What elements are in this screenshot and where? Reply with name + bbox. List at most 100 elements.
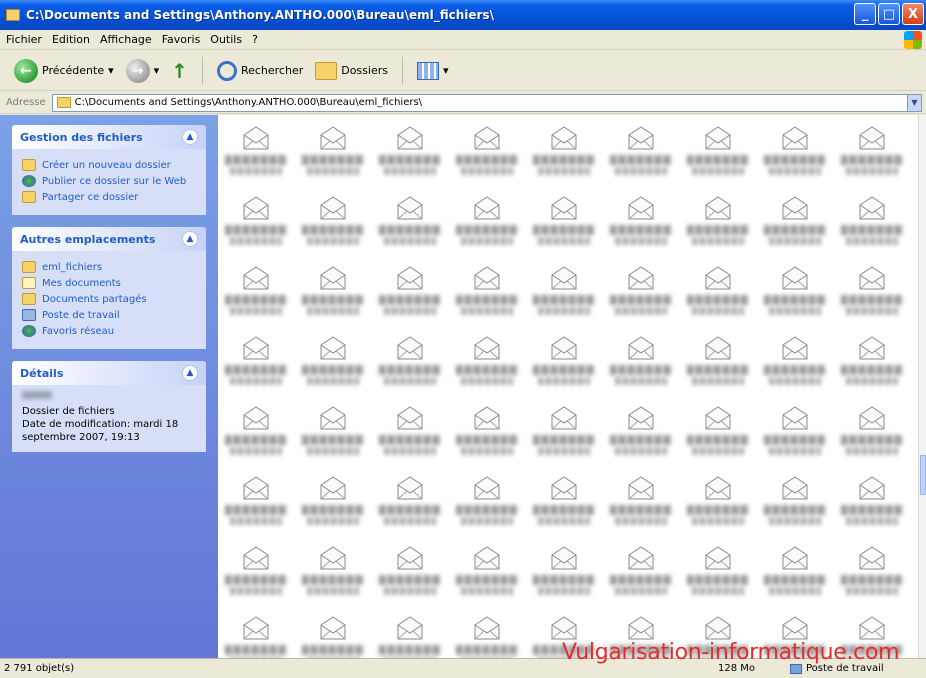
menu-outils[interactable]: Outils <box>210 33 242 46</box>
file-item[interactable] <box>372 259 448 329</box>
file-item[interactable] <box>372 399 448 469</box>
file-item[interactable] <box>295 119 371 189</box>
file-item[interactable] <box>757 189 833 259</box>
file-item[interactable] <box>372 539 448 609</box>
file-item[interactable] <box>372 329 448 399</box>
file-item[interactable] <box>603 539 679 609</box>
menu-help[interactable]: ? <box>252 33 258 46</box>
menu-edition[interactable]: Edition <box>52 33 90 46</box>
file-item[interactable] <box>757 329 833 399</box>
file-item[interactable] <box>757 399 833 469</box>
file-item[interactable] <box>526 399 602 469</box>
file-item[interactable] <box>218 189 294 259</box>
file-item[interactable] <box>526 259 602 329</box>
file-item[interactable] <box>757 539 833 609</box>
file-item[interactable] <box>449 189 525 259</box>
place-shared-documents[interactable]: Documents partagés <box>22 293 196 305</box>
file-item[interactable] <box>218 469 294 539</box>
file-item[interactable] <box>295 329 371 399</box>
task-publish-web[interactable]: Publier ce dossier sur le Web <box>22 175 196 187</box>
collapse-icon[interactable]: ▲ <box>182 231 198 247</box>
file-item[interactable] <box>295 189 371 259</box>
file-item[interactable] <box>449 329 525 399</box>
place-my-computer[interactable]: Poste de travail <box>22 309 196 321</box>
file-item[interactable] <box>372 469 448 539</box>
file-item[interactable] <box>680 119 756 189</box>
file-item[interactable] <box>295 399 371 469</box>
place-eml-fichiers[interactable]: eml_fichiers <box>22 261 196 273</box>
file-item[interactable] <box>680 329 756 399</box>
chevron-down-icon[interactable]: ▾ <box>108 64 114 77</box>
scrollbar-thumb[interactable] <box>920 455 926 495</box>
collapse-icon[interactable]: ▲ <box>182 129 198 145</box>
menu-favoris[interactable]: Favoris <box>162 33 201 46</box>
file-item[interactable] <box>603 259 679 329</box>
place-my-documents[interactable]: Mes documents <box>22 277 196 289</box>
file-item[interactable] <box>834 259 910 329</box>
file-item[interactable] <box>834 189 910 259</box>
chevron-down-icon[interactable]: ▾ <box>443 64 449 77</box>
file-item[interactable] <box>603 189 679 259</box>
file-item[interactable] <box>603 469 679 539</box>
vertical-scrollbar[interactable] <box>918 115 926 658</box>
up-button[interactable]: ↑ <box>167 57 192 85</box>
file-item[interactable] <box>680 189 756 259</box>
file-item[interactable] <box>680 399 756 469</box>
file-item[interactable] <box>449 399 525 469</box>
file-item[interactable] <box>526 119 602 189</box>
file-item[interactable] <box>834 399 910 469</box>
menu-fichier[interactable]: Fichier <box>6 33 42 46</box>
file-item[interactable] <box>526 189 602 259</box>
file-item[interactable] <box>526 469 602 539</box>
file-item[interactable] <box>218 399 294 469</box>
file-item[interactable] <box>680 539 756 609</box>
search-button[interactable]: Rechercher <box>213 59 307 83</box>
file-item[interactable] <box>449 539 525 609</box>
file-item[interactable] <box>295 469 371 539</box>
back-button[interactable]: ← Précédente ▾ <box>10 57 118 85</box>
menu-affichage[interactable]: Affichage <box>100 33 152 46</box>
views-button[interactable]: ▾ <box>413 60 453 82</box>
maximize-button[interactable]: □ <box>878 3 900 25</box>
file-item[interactable] <box>680 259 756 329</box>
file-item[interactable] <box>603 399 679 469</box>
minimize-button[interactable]: _ <box>854 3 876 25</box>
file-item[interactable] <box>295 539 371 609</box>
file-item[interactable] <box>834 539 910 609</box>
file-item[interactable] <box>449 259 525 329</box>
file-item[interactable] <box>449 469 525 539</box>
file-item[interactable] <box>218 119 294 189</box>
file-tasks-header[interactable]: Gestion des fichiers ▲ <box>12 125 206 149</box>
details-header[interactable]: Détails ▲ <box>12 361 206 385</box>
file-item[interactable] <box>834 329 910 399</box>
collapse-icon[interactable]: ▲ <box>182 365 198 381</box>
file-item[interactable] <box>449 609 525 658</box>
file-item[interactable] <box>295 609 371 658</box>
place-network[interactable]: Favoris réseau <box>22 325 196 337</box>
file-item[interactable] <box>834 119 910 189</box>
file-item[interactable] <box>218 539 294 609</box>
file-item[interactable] <box>218 609 294 658</box>
file-item[interactable] <box>834 469 910 539</box>
file-item[interactable] <box>757 259 833 329</box>
file-item[interactable] <box>603 329 679 399</box>
file-item[interactable] <box>295 259 371 329</box>
close-button[interactable]: X <box>902 3 924 25</box>
file-item[interactable] <box>218 329 294 399</box>
file-item[interactable] <box>372 189 448 259</box>
address-input[interactable]: C:\Documents and Settings\Anthony.ANTHO.… <box>51 93 922 112</box>
file-item[interactable] <box>372 119 448 189</box>
file-item[interactable] <box>757 469 833 539</box>
file-item[interactable] <box>449 119 525 189</box>
task-share-folder[interactable]: Partager ce dossier <box>22 191 196 203</box>
folders-button[interactable]: Dossiers <box>311 60 392 82</box>
file-item[interactable] <box>218 259 294 329</box>
file-item[interactable] <box>372 609 448 658</box>
file-item[interactable] <box>526 539 602 609</box>
task-new-folder[interactable]: Créer un nouveau dossier <box>22 159 196 171</box>
file-item[interactable] <box>680 469 756 539</box>
file-item[interactable] <box>526 329 602 399</box>
file-item[interactable] <box>757 119 833 189</box>
file-item[interactable] <box>603 119 679 189</box>
chevron-down-icon[interactable]: ▾ <box>154 64 160 77</box>
